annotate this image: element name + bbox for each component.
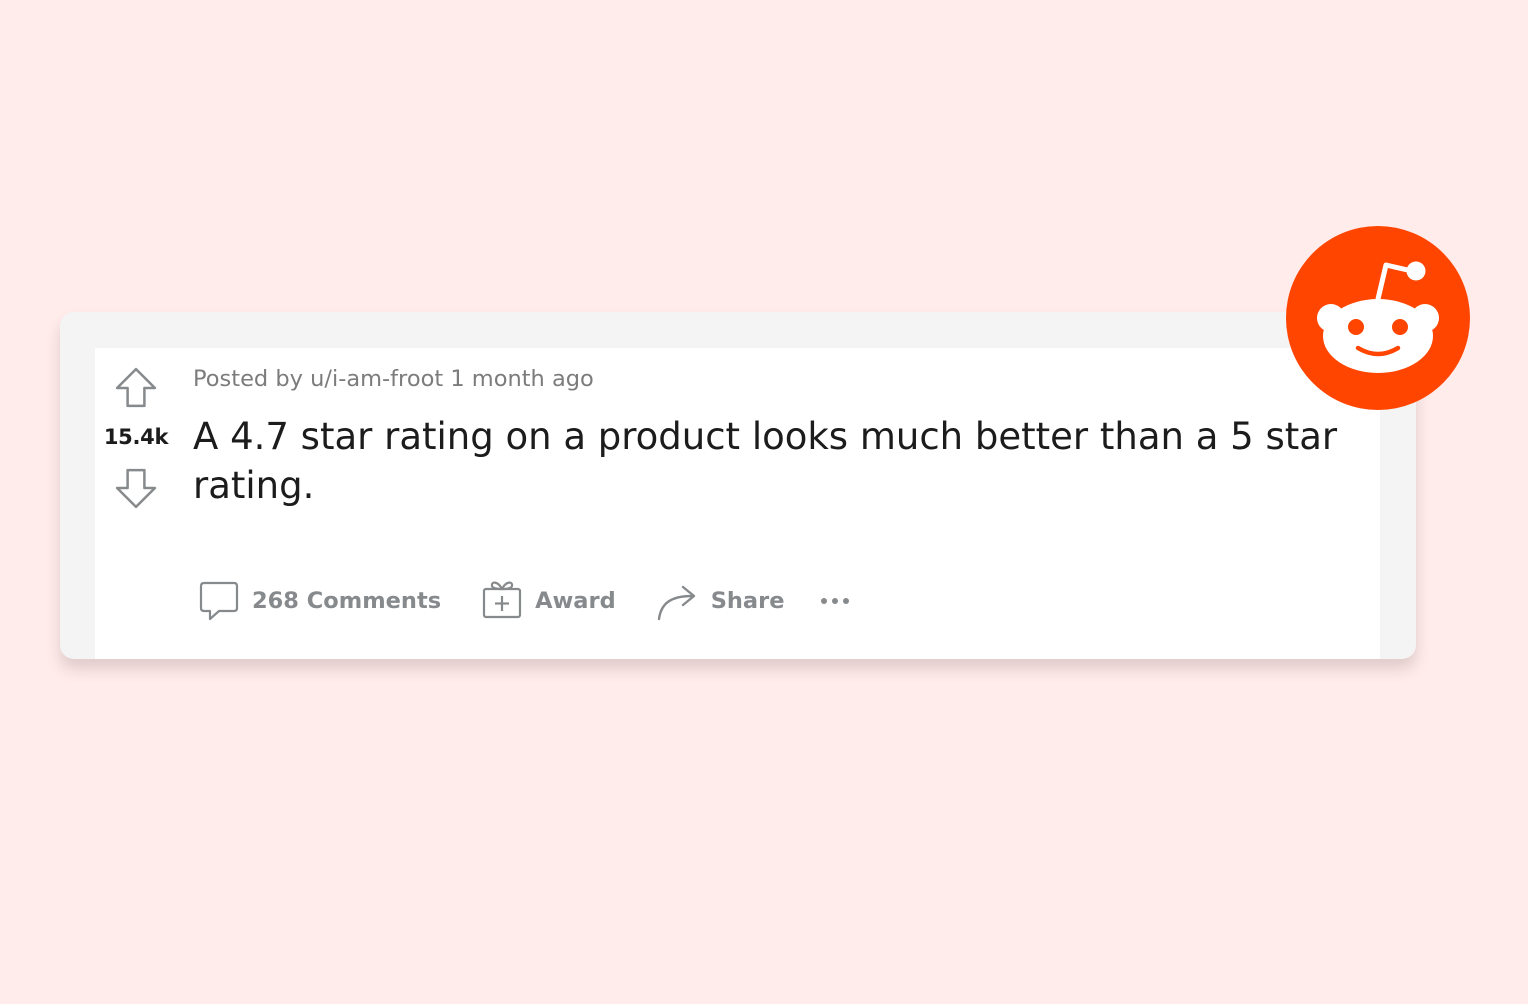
post-title[interactable]: A 4.7 star rating on a product looks muc… [193, 412, 1353, 510]
post-card-frame: 15.4k Posted by u/i-am-froot 1 month ago… [60, 312, 1416, 659]
vote-column: 15.4k [95, 348, 177, 659]
upvote-arrow-icon[interactable] [115, 367, 157, 409]
award-label: Award [535, 588, 616, 614]
more-options-icon[interactable] [821, 586, 850, 616]
reddit-logo [1286, 226, 1470, 410]
award-button[interactable]: Award [482, 580, 616, 622]
post-meta[interactable]: Posted by u/i-am-froot 1 month ago [193, 366, 594, 392]
share-arrow-icon [657, 585, 695, 621]
gift-icon [482, 581, 522, 619]
downvote-arrow-icon[interactable] [115, 467, 157, 509]
vote-count: 15.4k [103, 425, 169, 449]
share-label: Share [710, 588, 785, 614]
post-card: 15.4k Posted by u/i-am-froot 1 month ago… [95, 348, 1380, 659]
post-actions: 268 Comments Award Share [199, 578, 850, 624]
comments-label: 268 Comments [252, 588, 442, 614]
comments-button[interactable]: 268 Comments [199, 580, 441, 622]
share-button[interactable]: Share [656, 580, 785, 622]
comment-bubble-icon [199, 581, 239, 621]
